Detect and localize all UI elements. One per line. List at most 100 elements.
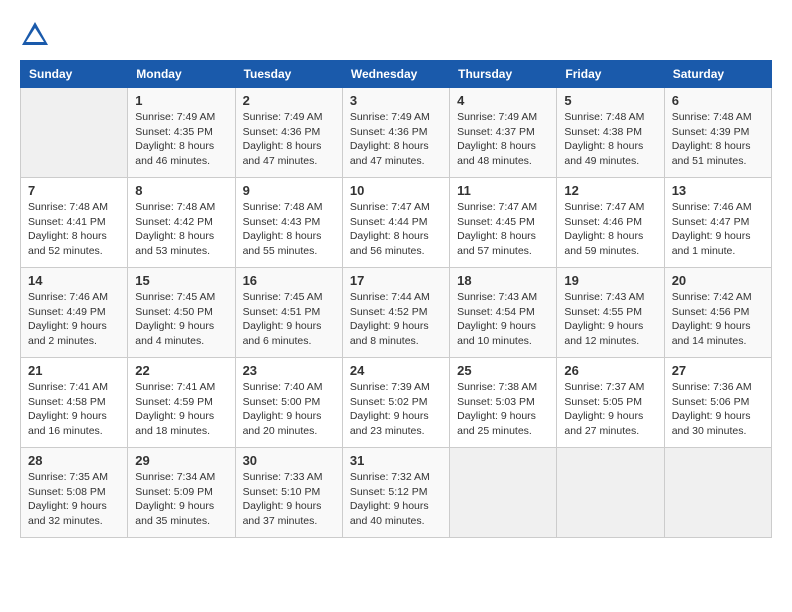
day-number: 19 (564, 273, 656, 288)
day-number: 20 (672, 273, 764, 288)
day-info: Sunrise: 7:33 AM Sunset: 5:10 PM Dayligh… (243, 470, 335, 529)
day-info: Sunrise: 7:32 AM Sunset: 5:12 PM Dayligh… (350, 470, 442, 529)
week-row-5: 28 Sunrise: 7:35 AM Sunset: 5:08 PM Dayli… (21, 448, 772, 538)
day-cell: 31Sunrise: 7:32 AM Sunset: 5:12 PM Dayli… (342, 448, 449, 538)
column-header-saturday: Saturday (664, 61, 771, 88)
day-info: Sunrise: 7:45 AM Sunset: 4:50 PM Dayligh… (135, 290, 227, 349)
day-cell: 4 Sunrise: 7:49 AM Sunset: 4:37 PM Daylig… (450, 88, 557, 178)
day-cell (557, 448, 664, 538)
day-cell: 29Sunrise: 7:34 AM Sunset: 5:09 PM Dayli… (128, 448, 235, 538)
day-number: 28 (28, 453, 120, 468)
day-cell: 16 Sunrise: 7:45 AM Sunset: 4:51 PM Dayli… (235, 268, 342, 358)
day-info: Sunrise: 7:47 AM Sunset: 4:46 PM Dayligh… (564, 200, 656, 259)
day-cell: 27 Sunrise: 7:36 AM Sunset: 5:06 PM Dayli… (664, 358, 771, 448)
day-info: Sunrise: 7:41 AM Sunset: 4:59 PM Dayligh… (135, 380, 227, 439)
header (20, 20, 772, 50)
day-cell: 14 Sunrise: 7:46 AM Sunset: 4:49 PM Dayli… (21, 268, 128, 358)
week-row-2: 7 Sunrise: 7:48 AM Sunset: 4:41 PM Daylig… (21, 178, 772, 268)
day-cell: 22 Sunrise: 7:41 AM Sunset: 4:59 PM Dayli… (128, 358, 235, 448)
week-row-4: 21 Sunrise: 7:41 AM Sunset: 4:58 PM Dayli… (21, 358, 772, 448)
day-info: Sunrise: 7:39 AM Sunset: 5:02 PM Dayligh… (350, 380, 442, 439)
day-info: Sunrise: 7:43 AM Sunset: 4:54 PM Dayligh… (457, 290, 549, 349)
day-info: Sunrise: 7:46 AM Sunset: 4:49 PM Dayligh… (28, 290, 120, 349)
day-info: Sunrise: 7:35 AM Sunset: 5:08 PM Dayligh… (28, 470, 120, 529)
day-number: 23 (243, 363, 335, 378)
day-info: Sunrise: 7:48 AM Sunset: 4:43 PM Dayligh… (243, 200, 335, 259)
column-header-wednesday: Wednesday (342, 61, 449, 88)
day-number: 22 (135, 363, 227, 378)
day-number: 2 (243, 93, 335, 108)
day-cell: 13 Sunrise: 7:46 AM Sunset: 4:47 PM Dayli… (664, 178, 771, 268)
day-info: Sunrise: 7:48 AM Sunset: 4:39 PM Dayligh… (672, 110, 764, 169)
day-cell: 19 Sunrise: 7:43 AM Sunset: 4:55 PM Dayli… (557, 268, 664, 358)
day-info: Sunrise: 7:45 AM Sunset: 4:51 PM Dayligh… (243, 290, 335, 349)
day-number: 27 (672, 363, 764, 378)
day-number: 6 (672, 93, 764, 108)
day-number: 26 (564, 363, 656, 378)
day-number: 4 (457, 93, 549, 108)
logo (20, 20, 54, 50)
column-header-thursday: Thursday (450, 61, 557, 88)
day-info: Sunrise: 7:49 AM Sunset: 4:36 PM Dayligh… (243, 110, 335, 169)
day-info: Sunrise: 7:46 AM Sunset: 4:47 PM Dayligh… (672, 200, 764, 259)
day-cell: 6 Sunrise: 7:48 AM Sunset: 4:39 PM Daylig… (664, 88, 771, 178)
day-cell: 26 Sunrise: 7:37 AM Sunset: 5:05 PM Dayli… (557, 358, 664, 448)
day-cell (21, 88, 128, 178)
column-header-sunday: Sunday (21, 61, 128, 88)
day-cell: 9 Sunrise: 7:48 AM Sunset: 4:43 PM Daylig… (235, 178, 342, 268)
day-number: 14 (28, 273, 120, 288)
day-number: 30 (243, 453, 335, 468)
day-number: 18 (457, 273, 549, 288)
column-header-tuesday: Tuesday (235, 61, 342, 88)
day-cell: 5 Sunrise: 7:48 AM Sunset: 4:38 PM Daylig… (557, 88, 664, 178)
day-info: Sunrise: 7:49 AM Sunset: 4:37 PM Dayligh… (457, 110, 549, 169)
logo-icon (20, 20, 50, 50)
column-header-monday: Monday (128, 61, 235, 88)
day-cell: 15 Sunrise: 7:45 AM Sunset: 4:50 PM Dayli… (128, 268, 235, 358)
day-info: Sunrise: 7:48 AM Sunset: 4:42 PM Dayligh… (135, 200, 227, 259)
day-number: 24 (350, 363, 442, 378)
day-number: 1 (135, 93, 227, 108)
day-info: Sunrise: 7:42 AM Sunset: 4:56 PM Dayligh… (672, 290, 764, 349)
day-number: 8 (135, 183, 227, 198)
week-row-3: 14 Sunrise: 7:46 AM Sunset: 4:49 PM Dayli… (21, 268, 772, 358)
day-cell: 24 Sunrise: 7:39 AM Sunset: 5:02 PM Dayli… (342, 358, 449, 448)
day-number: 5 (564, 93, 656, 108)
day-number: 17 (350, 273, 442, 288)
day-cell: 25Sunrise: 7:38 AM Sunset: 5:03 PM Dayli… (450, 358, 557, 448)
day-info: Sunrise: 7:41 AM Sunset: 4:58 PM Dayligh… (28, 380, 120, 439)
day-number: 21 (28, 363, 120, 378)
day-info: Sunrise: 7:47 AM Sunset: 4:44 PM Dayligh… (350, 200, 442, 259)
day-info: Sunrise: 7:38 AM Sunset: 5:03 PM Dayligh… (457, 380, 549, 439)
day-cell: 21 Sunrise: 7:41 AM Sunset: 4:58 PM Dayli… (21, 358, 128, 448)
day-cell: 8 Sunrise: 7:48 AM Sunset: 4:42 PM Daylig… (128, 178, 235, 268)
day-cell: 1Sunrise: 7:49 AM Sunset: 4:35 PM Daylig… (128, 88, 235, 178)
day-cell: 7 Sunrise: 7:48 AM Sunset: 4:41 PM Daylig… (21, 178, 128, 268)
header-row: SundayMondayTuesdayWednesdayThursdayFrid… (21, 61, 772, 88)
day-cell: 28 Sunrise: 7:35 AM Sunset: 5:08 PM Dayli… (21, 448, 128, 538)
day-cell (664, 448, 771, 538)
day-number: 9 (243, 183, 335, 198)
day-number: 7 (28, 183, 120, 198)
day-number: 16 (243, 273, 335, 288)
day-number: 15 (135, 273, 227, 288)
day-number: 13 (672, 183, 764, 198)
day-info: Sunrise: 7:37 AM Sunset: 5:05 PM Dayligh… (564, 380, 656, 439)
day-cell: 3Sunrise: 7:49 AM Sunset: 4:36 PM Daylig… (342, 88, 449, 178)
day-cell: 12 Sunrise: 7:47 AM Sunset: 4:46 PM Dayli… (557, 178, 664, 268)
day-info: Sunrise: 7:44 AM Sunset: 4:52 PM Dayligh… (350, 290, 442, 349)
day-cell: 10Sunrise: 7:47 AM Sunset: 4:44 PM Dayli… (342, 178, 449, 268)
day-cell: 11 Sunrise: 7:47 AM Sunset: 4:45 PM Dayli… (450, 178, 557, 268)
day-number: 29 (135, 453, 227, 468)
day-cell: 30 Sunrise: 7:33 AM Sunset: 5:10 PM Dayli… (235, 448, 342, 538)
day-number: 12 (564, 183, 656, 198)
day-number: 11 (457, 183, 549, 198)
day-info: Sunrise: 7:48 AM Sunset: 4:38 PM Dayligh… (564, 110, 656, 169)
day-info: Sunrise: 7:36 AM Sunset: 5:06 PM Dayligh… (672, 380, 764, 439)
day-info: Sunrise: 7:40 AM Sunset: 5:00 PM Dayligh… (243, 380, 335, 439)
day-info: Sunrise: 7:43 AM Sunset: 4:55 PM Dayligh… (564, 290, 656, 349)
day-cell: 17 Sunrise: 7:44 AM Sunset: 4:52 PM Dayli… (342, 268, 449, 358)
calendar-table: SundayMondayTuesdayWednesdayThursdayFrid… (20, 60, 772, 538)
day-info: Sunrise: 7:48 AM Sunset: 4:41 PM Dayligh… (28, 200, 120, 259)
day-info: Sunrise: 7:47 AM Sunset: 4:45 PM Dayligh… (457, 200, 549, 259)
